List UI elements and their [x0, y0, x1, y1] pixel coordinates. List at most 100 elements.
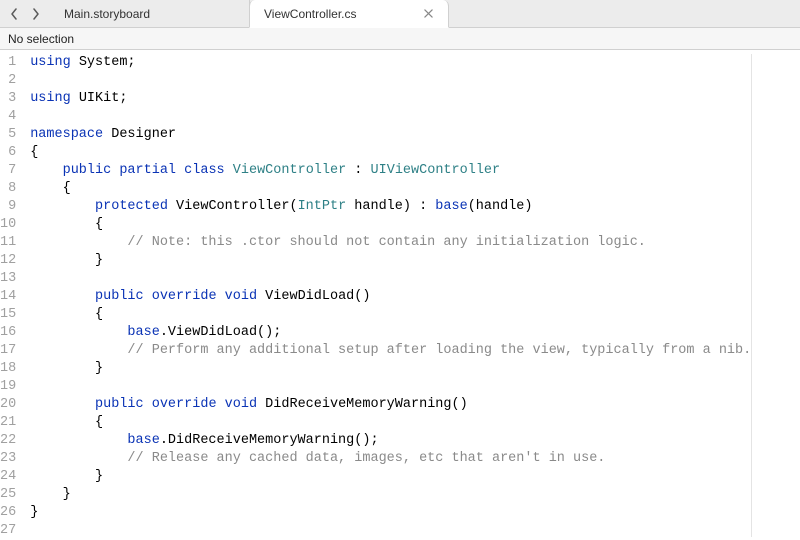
- code-line[interactable]: protected ViewController(IntPtr handle) …: [30, 198, 751, 216]
- token-plain: ViewDidLoad(): [257, 289, 370, 304]
- nav-forward-button[interactable]: [28, 6, 44, 22]
- line-number-gutter: 1234567891011121314151617181920212223242…: [0, 54, 24, 537]
- token-kw: override: [152, 397, 217, 412]
- token-plain: ViewController(: [168, 199, 298, 214]
- code-area[interactable]: using System; using UIKit; namespace Des…: [24, 54, 752, 537]
- token-kw: void: [225, 289, 257, 304]
- code-line[interactable]: }: [30, 486, 751, 504]
- code-line[interactable]: }: [30, 252, 751, 270]
- line-number: 11: [0, 234, 16, 252]
- code-line[interactable]: // Perform any additional setup after lo…: [30, 342, 751, 360]
- line-number: 2: [0, 72, 16, 90]
- line-number: 15: [0, 306, 16, 324]
- line-number: 20: [0, 396, 16, 414]
- token-plain: [30, 325, 127, 340]
- code-line[interactable]: base.ViewDidLoad();: [30, 324, 751, 342]
- code-line[interactable]: [30, 378, 751, 396]
- token-kw: using: [30, 91, 71, 106]
- code-line[interactable]: public override void ViewDidLoad(): [30, 288, 751, 306]
- token-kw: base: [127, 325, 159, 340]
- line-number: 25: [0, 486, 16, 504]
- code-line[interactable]: using System;: [30, 54, 751, 72]
- line-number: 9: [0, 198, 16, 216]
- code-line[interactable]: {: [30, 144, 751, 162]
- code-editor[interactable]: 1234567891011121314151617181920212223242…: [0, 50, 800, 537]
- code-line[interactable]: [30, 522, 751, 540]
- code-line[interactable]: [30, 72, 751, 90]
- line-number: 3: [0, 90, 16, 108]
- code-line[interactable]: {: [30, 414, 751, 432]
- token-plain: {: [30, 415, 103, 430]
- token-plain: [30, 163, 62, 178]
- line-number: 6: [0, 144, 16, 162]
- code-line[interactable]: // Note: this .ctor should not contain a…: [30, 234, 751, 252]
- code-line[interactable]: namespace Designer: [30, 126, 751, 144]
- selection-text: No selection: [8, 32, 74, 46]
- token-kw: namespace: [30, 127, 103, 142]
- code-line[interactable]: [30, 270, 751, 288]
- token-kw: protected: [95, 199, 168, 214]
- tab-bar: Main.storyboard ViewController.cs: [0, 0, 800, 28]
- code-line[interactable]: }: [30, 360, 751, 378]
- token-plain: {: [30, 145, 38, 160]
- line-number: 14: [0, 288, 16, 306]
- token-plain: [30, 433, 127, 448]
- token-plain: handle) :: [346, 199, 435, 214]
- line-number: 7: [0, 162, 16, 180]
- code-line[interactable]: using UIKit;: [30, 90, 751, 108]
- token-kw: partial: [119, 163, 176, 178]
- tab-viewcontroller-cs[interactable]: ViewController.cs: [249, 0, 449, 28]
- token-plain: {: [30, 181, 71, 196]
- token-kw: using: [30, 55, 71, 70]
- token-plain: [30, 397, 95, 412]
- code-line[interactable]: }: [30, 504, 751, 522]
- token-plain: .DidReceiveMemoryWarning();: [160, 433, 379, 448]
- token-plain: [30, 199, 95, 214]
- token-plain: }: [30, 487, 71, 502]
- token-type: IntPtr: [298, 199, 347, 214]
- token-cmt: // Perform any additional setup after lo…: [127, 343, 751, 358]
- token-kw: public: [63, 163, 112, 178]
- line-number: 8: [0, 180, 16, 198]
- token-kw: override: [152, 289, 217, 304]
- tab-label: ViewController.cs: [264, 7, 356, 21]
- token-plain: UIKit;: [71, 91, 128, 106]
- code-line[interactable]: {: [30, 180, 751, 198]
- close-icon[interactable]: [422, 8, 434, 20]
- line-number: 18: [0, 360, 16, 378]
- code-line[interactable]: public partial class ViewController : UI…: [30, 162, 751, 180]
- code-line[interactable]: {: [30, 216, 751, 234]
- token-plain: }: [30, 253, 103, 268]
- token-plain: [30, 235, 127, 250]
- line-number: 16: [0, 324, 16, 342]
- line-number: 27: [0, 522, 16, 540]
- token-plain: [30, 343, 127, 358]
- code-line[interactable]: {: [30, 306, 751, 324]
- line-number: 4: [0, 108, 16, 126]
- token-plain: [176, 163, 184, 178]
- token-kw: void: [225, 397, 257, 412]
- token-type: ViewController: [233, 163, 346, 178]
- token-plain: [30, 451, 127, 466]
- line-number: 22: [0, 432, 16, 450]
- line-number: 19: [0, 378, 16, 396]
- token-plain: [144, 397, 152, 412]
- code-line[interactable]: base.DidReceiveMemoryWarning();: [30, 432, 751, 450]
- token-type: UIViewController: [371, 163, 501, 178]
- tabs-container: Main.storyboard ViewController.cs: [50, 0, 449, 27]
- token-cmt: // Note: this .ctor should not contain a…: [127, 235, 645, 250]
- line-number: 21: [0, 414, 16, 432]
- token-plain: [225, 163, 233, 178]
- code-line[interactable]: public override void DidReceiveMemoryWar…: [30, 396, 751, 414]
- selection-bar[interactable]: No selection: [0, 28, 800, 50]
- line-number: 1: [0, 54, 16, 72]
- code-line[interactable]: // Release any cached data, images, etc …: [30, 450, 751, 468]
- token-plain: DidReceiveMemoryWarning(): [257, 397, 468, 412]
- code-line[interactable]: }: [30, 468, 751, 486]
- code-line[interactable]: [30, 108, 751, 126]
- token-plain: System;: [71, 55, 136, 70]
- token-plain: }: [30, 505, 38, 520]
- tab-main-storyboard[interactable]: Main.storyboard: [50, 0, 250, 27]
- token-kw: public: [95, 289, 144, 304]
- nav-back-button[interactable]: [6, 6, 22, 22]
